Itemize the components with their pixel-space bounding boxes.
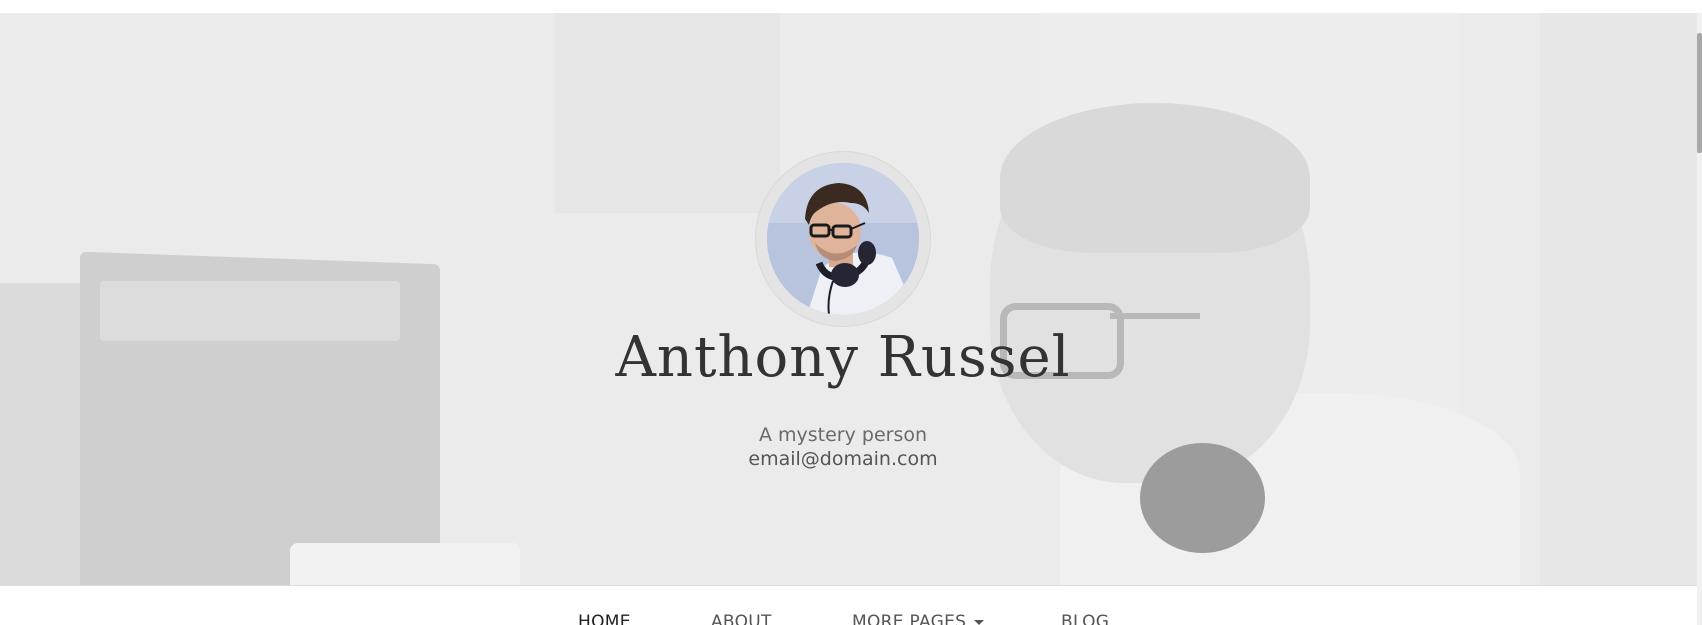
nav-item-home[interactable]: HOME	[578, 612, 631, 625]
avatar-photo	[767, 163, 919, 315]
hero-banner: Anthony Russel A mystery person email@do…	[0, 13, 1697, 586]
profile-name: Anthony Russel	[615, 325, 1071, 390]
page: Anthony Russel A mystery person email@do…	[0, 0, 1702, 625]
nav-item-about[interactable]: ABOUT	[711, 612, 772, 625]
page-scrollbar[interactable]	[1697, 13, 1702, 625]
profile-tagline: A mystery person	[758, 424, 928, 446]
avatar	[767, 163, 919, 315]
top-strip	[0, 0, 1702, 13]
avatar-ring	[756, 152, 930, 326]
scrollbar-thumb[interactable]	[1697, 33, 1702, 153]
profile-email-link[interactable]: email@domain.com	[0, 448, 1686, 470]
caret-down-icon	[974, 620, 985, 625]
nav-item-more-pages[interactable]: MORE PAGES	[852, 612, 985, 625]
main-nav: HOME ABOUT MORE PAGES BLOG	[0, 586, 1697, 625]
nav-item-more-pages-label: MORE PAGES	[852, 612, 967, 625]
nav-item-blog[interactable]: BLOG	[1061, 612, 1109, 625]
